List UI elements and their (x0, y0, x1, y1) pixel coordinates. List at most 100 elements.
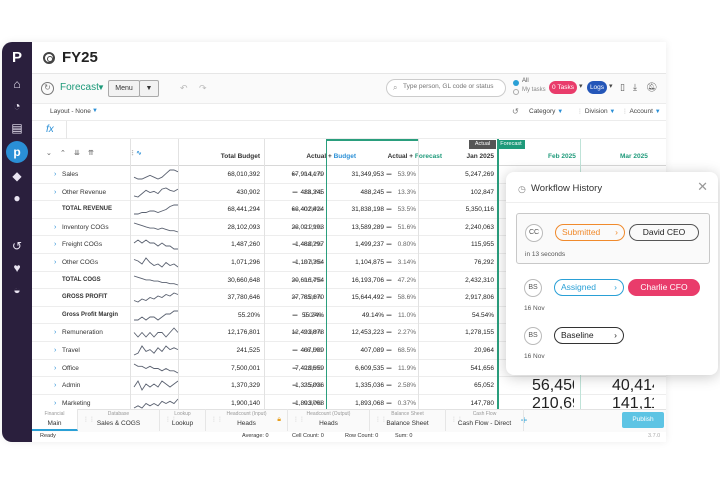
tag-icon[interactable]: ◆ (9, 168, 25, 184)
search-input[interactable] (403, 83, 503, 90)
cell-total-budget[interactable]: 1,487,260 (188, 236, 260, 254)
dimension-division[interactable]: ⋮ Division ▼ (577, 108, 615, 115)
chevron-right-icon[interactable]: › (54, 236, 56, 254)
cell-month-value[interactable]: 56,450 (532, 377, 574, 395)
workflow-entry[interactable]: BS Assigned › Charlie CFO 16 Nov (516, 279, 710, 319)
home-icon[interactable]: ⌂ (9, 76, 25, 92)
chevron-down-icon[interactable]: ▾ (579, 82, 583, 90)
cell-total-budget[interactable]: 12,176,801 (188, 324, 260, 342)
app-logo[interactable]: P (9, 50, 25, 66)
chevron-right-icon[interactable]: › (54, 395, 56, 409)
close-icon[interactable]: ✕ (697, 179, 708, 195)
cell-total-budget[interactable]: 1,900,140 (188, 395, 260, 409)
cell-total-budget[interactable]: 55.20% (188, 307, 260, 325)
col-actual-forecast[interactable]: Actual + Forecast (354, 153, 442, 160)
tasks-button[interactable]: 0 Tasks (549, 81, 577, 94)
document-icon[interactable]: ▯ (620, 82, 625, 93)
menu-button[interactable]: Menu (108, 80, 140, 97)
cell-actual-forecast[interactable]: 15,644,492 (332, 289, 384, 307)
search-box[interactable]: ⌕ (386, 79, 506, 97)
cell-actual-forecast[interactable]: 488,245 (332, 184, 385, 202)
cell-jan[interactable]: 2,432,310 (448, 272, 494, 290)
cell-actual-forecast[interactable]: 407,089 (332, 342, 385, 360)
pie-chart-icon[interactable]: ◔ (9, 98, 25, 114)
cell-actual-forecast[interactable]: 31,838,198 (332, 201, 384, 219)
chevron-down-icon[interactable]: ▼ (97, 83, 105, 92)
dimension-category[interactable]: Category ▼ (529, 108, 563, 115)
cell-total-budget[interactable]: 30,660,648 (188, 272, 260, 290)
expand-all-icon[interactable]: ⇈ (88, 149, 94, 157)
cell-total-budget[interactable]: 241,525 (188, 342, 261, 360)
cell-jan[interactable]: 76,292 (448, 254, 494, 272)
cell-month-value[interactable]: 141,115 (612, 395, 654, 409)
planning-icon[interactable]: p (6, 141, 28, 163)
col-feb[interactable]: Feb 2025 (548, 153, 576, 160)
chevron-down-icon[interactable]: ▾ (609, 82, 613, 90)
chevron-right-icon[interactable]: › (54, 254, 56, 272)
filter-my-radio[interactable] (513, 89, 519, 95)
scenario-selector[interactable]: Forecast (60, 82, 99, 93)
sheet-tab[interactable]: ⋮⋮ Balance Sheet Balance Sheet (370, 409, 446, 431)
gauge-icon[interactable]: ◒ (9, 282, 25, 298)
sheet-tab[interactable]: Financial Main (32, 409, 78, 431)
publish-button[interactable]: Publish (622, 412, 664, 428)
cell-jan[interactable]: 54.54% (448, 307, 494, 325)
download-icon[interactable]: ⤓ (633, 82, 637, 93)
chevron-right-icon[interactable]: › (54, 166, 56, 184)
undo-icon[interactable]: ↶ (180, 83, 188, 94)
cell-total-budget[interactable]: 7,500,001 (188, 360, 260, 378)
cell-month-value[interactable]: 210,693 (532, 395, 574, 409)
col-jan[interactable]: Jan 2025 (448, 153, 494, 160)
user-icon[interactable]: ● (9, 190, 25, 206)
layout-selector[interactable]: Layout - None (50, 108, 91, 115)
col-mar[interactable]: Mar 2025 (620, 153, 648, 160)
cell-jan[interactable]: 5,247,269 (448, 166, 494, 184)
bell-off-icon[interactable]: 🔕︎ (646, 82, 657, 93)
logs-button[interactable]: Logs (587, 81, 607, 94)
chevron-right-icon[interactable]: › (54, 324, 56, 342)
sheet-tab[interactable]: ⋮⋮ Lookup Lookup (160, 409, 206, 431)
cell-jan[interactable]: 20,964 (448, 342, 494, 360)
cell-total-budget[interactable]: 1,071,296 (188, 254, 260, 272)
chevron-right-icon[interactable]: › (54, 377, 56, 395)
chevron-right-icon[interactable]: › (54, 342, 56, 360)
cell-actual-forecast[interactable]: 6,609,535 (332, 360, 384, 378)
workflow-entry[interactable]: BS Baseline › 16 Nov (516, 327, 710, 367)
cell-total-budget[interactable]: 68,441,294 (188, 201, 260, 219)
cell-jan[interactable]: 65,052 (448, 377, 494, 395)
chevron-right-icon[interactable]: › (54, 184, 56, 202)
col-total-budget[interactable]: Total Budget (188, 153, 260, 160)
cell-actual-forecast[interactable]: 1,335,036 (332, 377, 384, 395)
cell-actual-forecast[interactable]: 12,453,223 (332, 324, 384, 342)
menu-dropdown-button[interactable]: ▼ (139, 80, 159, 97)
chevron-right-icon[interactable]: › (54, 360, 56, 378)
cell-jan[interactable]: 2,240,063 (448, 219, 494, 237)
cell-actual-forecast[interactable]: 13,589,289 (332, 219, 384, 237)
sheet-tab[interactable]: ⋮⋮ Headcount (Input) Heads 🔒︎ (206, 409, 288, 431)
chevron-down-icon[interactable]: ▼ (92, 108, 98, 114)
cell-actual-forecast[interactable]: 1,104,875 (332, 254, 384, 272)
cell-actual-forecast[interactable]: 49.14% (332, 307, 384, 325)
heart-icon[interactable]: ♥ (9, 260, 25, 276)
history-icon[interactable]: ↺ (9, 238, 25, 254)
filter-all-radio[interactable] (513, 80, 519, 86)
cell-jan[interactable]: 1,278,155 (448, 324, 494, 342)
redo-icon[interactable]: ↷ (199, 83, 207, 94)
cell-total-budget[interactable]: 430,902 (188, 184, 261, 202)
cell-jan[interactable]: 147,780 (448, 395, 495, 409)
cell-total-budget[interactable]: 68,010,392 (188, 166, 260, 184)
clipboard-icon[interactable]: ▤ (9, 120, 25, 136)
cell-jan[interactable]: 2,917,806 (448, 289, 494, 307)
cell-actual-forecast[interactable]: 1,893,068 (332, 395, 384, 409)
cell-total-budget[interactable]: 1,370,329 (188, 377, 260, 395)
cell-total-budget[interactable]: 37,780,646 (188, 289, 260, 307)
chevron-right-icon[interactable]: › (54, 219, 56, 237)
cell-month-value[interactable]: 40,414 (612, 377, 654, 395)
col-actual-budget[interactable]: Actual + Budget (268, 153, 356, 160)
sheet-tab[interactable]: ⋮⋮ Cash Flow Cash Flow - Direct (446, 409, 524, 431)
formula-bar[interactable]: fx (32, 121, 666, 139)
cell-actual-forecast[interactable]: 16,193,706 (332, 272, 384, 290)
sheet-tab[interactable]: ⋮⋮ Database Sales & COGS (78, 409, 160, 431)
expand-icon[interactable]: ⌃ (60, 149, 66, 157)
sheet-tab[interactable]: ⋮⋮ Headcount (Output) Heads (288, 409, 370, 431)
